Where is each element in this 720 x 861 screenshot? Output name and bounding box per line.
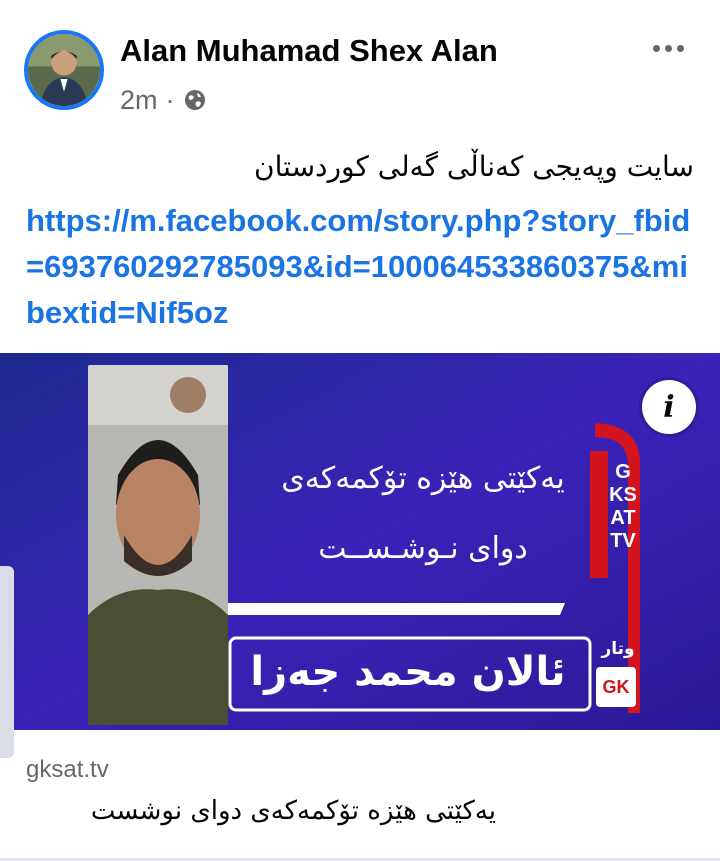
info-icon[interactable]: i — [642, 380, 696, 434]
link-domain[interactable]: gksat.tv — [26, 756, 109, 784]
channel-name-vertical: GKSAT TV — [609, 461, 637, 552]
side-scroll-handle — [0, 566, 14, 758]
more-options-icon[interactable] — [644, 30, 692, 66]
headline-line-2: دواى نـوشـســت — [318, 531, 528, 566]
meta-separator: · — [165, 84, 175, 115]
globe-icon[interactable] — [183, 88, 207, 112]
post-text: سایت وپەیجی کەناڵی گەلی کوردستان — [254, 150, 694, 183]
channel-logo: GK — [596, 667, 636, 707]
article-author-name: ئالان محمد جەزا — [250, 649, 566, 695]
post-link[interactable]: https://m.facebook.com/story.php?story_f… — [26, 198, 706, 336]
link-preview-title[interactable]: یەکێتی هێزە تۆکمەکەی دواى نوشست — [91, 796, 496, 826]
author-photo — [88, 365, 228, 725]
author-avatar[interactable] — [24, 30, 104, 110]
post-meta: 2m · — [120, 84, 207, 116]
channel-label: وتار — [601, 639, 635, 659]
facebook-post: Alan Muhamad Shex Alan 2m · سایت وپەیجی … — [0, 0, 720, 861]
avatar-photo — [28, 34, 100, 106]
post-timestamp[interactable]: 2m — [120, 85, 158, 116]
link-preview-image[interactable]: یەکێتی هێزە تۆکمەکەی دواى نـوشـســت ئالا… — [0, 353, 720, 730]
author-name[interactable]: Alan Muhamad Shex Alan — [120, 33, 498, 69]
headline-line-1: یەکێتی هێزە تۆکمەکەی — [281, 461, 565, 496]
